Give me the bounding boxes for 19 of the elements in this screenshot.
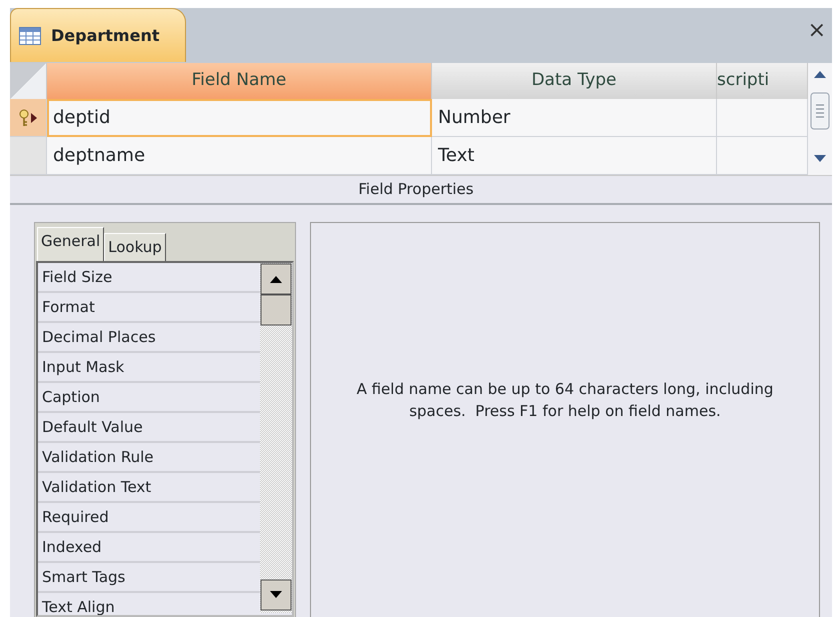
table-icon [19, 26, 41, 44]
key-icon [19, 108, 31, 126]
tab[interactable]: General [37, 227, 104, 261]
column-header[interactable]: scripti [717, 63, 808, 99]
section-title: Field Properties [358, 179, 474, 200]
close-button[interactable]: × [802, 8, 832, 54]
current-row-icon [31, 112, 37, 122]
column-header[interactable]: Data Type [432, 63, 717, 99]
tab[interactable]: Lookup [104, 233, 166, 261]
table-cell[interactable]: deptid [47, 99, 432, 137]
table-cell[interactable]: Number [432, 99, 717, 137]
table-cell[interactable] [717, 99, 808, 137]
table-cell[interactable] [717, 137, 808, 175]
row-selector[interactable] [10, 99, 47, 137]
column-header[interactable]: Field Name [47, 63, 432, 99]
table-cell[interactable]: Text [432, 137, 717, 175]
help-text: A field name can be up to 64 characters long, including spaces. Press F1 for help on field names. [356, 378, 774, 422]
document-tab[interactable]: Department [10, 8, 186, 62]
table-cell[interactable]: deptname [47, 137, 432, 175]
